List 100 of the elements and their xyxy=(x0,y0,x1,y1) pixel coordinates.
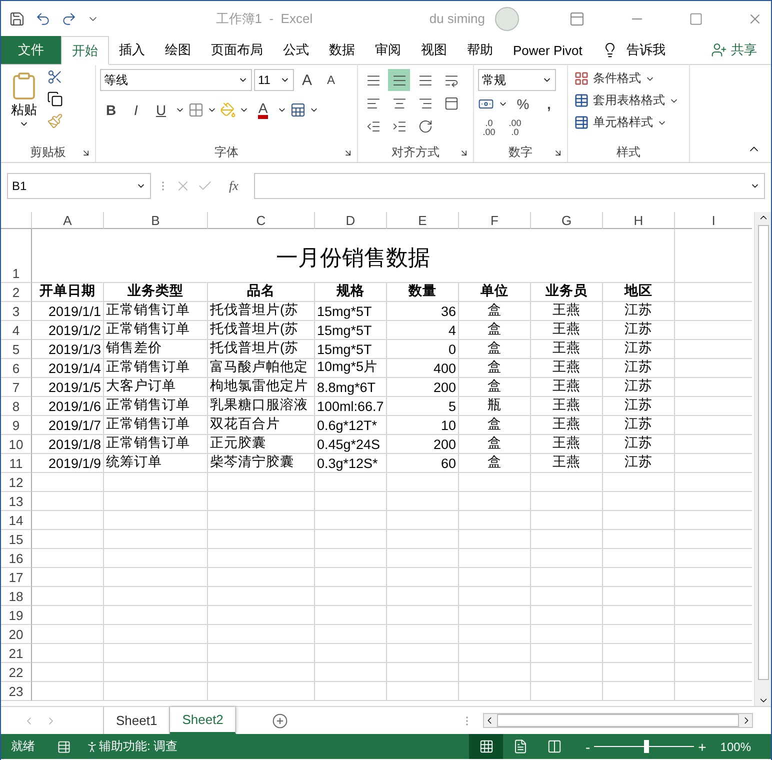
table-cell: 正常销售订单 xyxy=(104,359,208,378)
sheet-tab[interactable]: Sheet2 xyxy=(170,707,236,734)
row-header[interactable]: 7 xyxy=(1,378,32,397)
copy-icon[interactable] xyxy=(47,91,63,107)
font-color-button[interactable]: A xyxy=(252,99,274,121)
row-header[interactable]: 5 xyxy=(1,340,32,359)
font-name-field[interactable]: 等线 xyxy=(100,69,252,91)
row-header[interactable]: 16 xyxy=(1,549,32,568)
row-header[interactable]: 15 xyxy=(1,530,32,549)
ribbon-tab[interactable]: 帮助 xyxy=(457,36,503,64)
table-cell: 盒 xyxy=(459,416,531,435)
style-menu-button[interactable]: 套用表格格式 xyxy=(572,91,681,110)
file-tab[interactable]: 文件 xyxy=(1,36,61,64)
redo-icon[interactable] xyxy=(61,10,77,26)
insert-function-button[interactable]: fx xyxy=(219,178,248,194)
ribbon-tab[interactable]: 视图 xyxy=(411,36,457,64)
align-middle-button[interactable] xyxy=(388,69,410,91)
ribbon-tab[interactable]: 绘图 xyxy=(155,36,201,64)
row-header[interactable]: 2 xyxy=(1,283,32,302)
table-cell xyxy=(603,511,675,530)
percent-button[interactable]: % xyxy=(512,93,534,115)
row-header[interactable]: 12 xyxy=(1,473,32,492)
row-header[interactable]: 20 xyxy=(1,625,32,644)
row-header[interactable]: 18 xyxy=(1,587,32,606)
zoom-slider-thumb[interactable] xyxy=(644,740,650,753)
dialog-launcher-icon[interactable] xyxy=(553,148,563,158)
row-header[interactable]: 22 xyxy=(1,663,32,682)
group-label: 对齐方式 xyxy=(392,144,440,160)
add-sheet-icon[interactable] xyxy=(272,712,288,728)
fill-color-icon[interactable] xyxy=(220,102,236,118)
zoom-in-button[interactable]: + xyxy=(694,738,710,754)
dialog-launcher-icon[interactable] xyxy=(81,148,91,158)
column-header[interactable]: D xyxy=(315,212,387,229)
underline-button[interactable]: U xyxy=(150,99,172,121)
scroll-thumb[interactable] xyxy=(497,714,739,727)
column-header[interactable]: E xyxy=(387,212,459,229)
grow-font-button[interactable]: A xyxy=(296,69,318,91)
formula-field[interactable] xyxy=(254,173,765,199)
row-header[interactable]: 21 xyxy=(1,644,32,663)
table-cell: 王燕 xyxy=(531,397,603,416)
row-header[interactable]: 11 xyxy=(1,454,32,473)
column-header[interactable]: H xyxy=(603,212,675,229)
ribbon-display-icon[interactable] xyxy=(569,10,585,26)
column-header[interactable]: A xyxy=(32,212,104,229)
paste-button[interactable]: 粘贴 xyxy=(5,69,43,142)
share-button[interactable]: 共享 xyxy=(701,36,771,64)
comma-button[interactable]: , xyxy=(538,93,560,115)
accessibility-icon[interactable] xyxy=(85,740,99,754)
dialog-launcher-icon[interactable] xyxy=(459,148,469,158)
ribbon-tab[interactable]: 插入 xyxy=(109,36,155,64)
style-menu-button[interactable]: 条件格式 xyxy=(572,69,657,88)
ribbon-tab[interactable]: Power Pivot xyxy=(503,36,592,64)
table-cell xyxy=(387,492,459,511)
row-header[interactable]: 9 xyxy=(1,416,32,435)
row-header[interactable]: 17 xyxy=(1,568,32,587)
column-header[interactable]: C xyxy=(208,212,315,229)
ribbon-tab[interactable]: 公式 xyxy=(273,36,319,64)
table-cell xyxy=(32,492,104,511)
row-header[interactable]: 6 xyxy=(1,359,32,378)
column-header[interactable]: F xyxy=(459,212,531,229)
maximize-icon[interactable] xyxy=(689,12,703,26)
group-label: 字体 xyxy=(214,144,238,160)
name-box[interactable]: B1 xyxy=(7,173,151,199)
italic-button[interactable]: I xyxy=(125,99,147,121)
table-cell xyxy=(531,549,603,568)
ribbon-tab[interactable]: 数据 xyxy=(319,36,365,64)
align-center-icon xyxy=(392,96,406,110)
row-header[interactable]: 10 xyxy=(1,435,32,454)
row-header[interactable]: 13 xyxy=(1,492,32,511)
accessibility-status[interactable]: 辅助功能: 调查 xyxy=(99,738,178,755)
column-header[interactable]: B xyxy=(104,212,208,229)
increase-decimal-button[interactable]: .0 .00 xyxy=(478,117,500,139)
save-icon[interactable] xyxy=(9,10,25,26)
row-header[interactable]: 1 xyxy=(1,229,32,283)
column-header[interactable]: G xyxy=(531,212,603,229)
font-size-field[interactable]: 11 xyxy=(254,69,294,91)
cut-icon[interactable] xyxy=(47,69,63,85)
normal-view-button[interactable] xyxy=(469,734,504,759)
row-header[interactable]: 14 xyxy=(1,511,32,530)
row-header[interactable]: 8 xyxy=(1,397,32,416)
undo-icon[interactable] xyxy=(35,10,51,26)
ribbon-tab[interactable]: 页面布局 xyxy=(201,36,273,64)
dialog-launcher-icon[interactable] xyxy=(343,148,353,158)
shrink-font-button[interactable]: A xyxy=(320,69,342,91)
row-header[interactable]: 4 xyxy=(1,321,32,340)
tell-me-link[interactable]: 告诉我 xyxy=(626,41,666,59)
decrease-decimal-button[interactable]: .00 .0 xyxy=(504,117,526,139)
ribbon-tab[interactable]: 开始 xyxy=(61,36,109,65)
row-header[interactable]: 3 xyxy=(1,302,32,321)
row-header[interactable]: 19 xyxy=(1,606,32,625)
bold-button[interactable]: B xyxy=(100,99,122,121)
row-header[interactable]: 23 xyxy=(1,682,32,701)
table-cell xyxy=(531,587,603,606)
scroll-thumb[interactable] xyxy=(758,225,768,680)
zoom-out-button[interactable]: - xyxy=(581,738,594,754)
table-cell xyxy=(315,644,387,663)
ribbon-tab[interactable]: 审阅 xyxy=(365,36,411,64)
style-menu-button[interactable]: 单元格样式 xyxy=(572,113,669,132)
number-format-field[interactable]: 常规 xyxy=(478,69,556,91)
zoom-level[interactable]: 100% xyxy=(710,740,771,754)
